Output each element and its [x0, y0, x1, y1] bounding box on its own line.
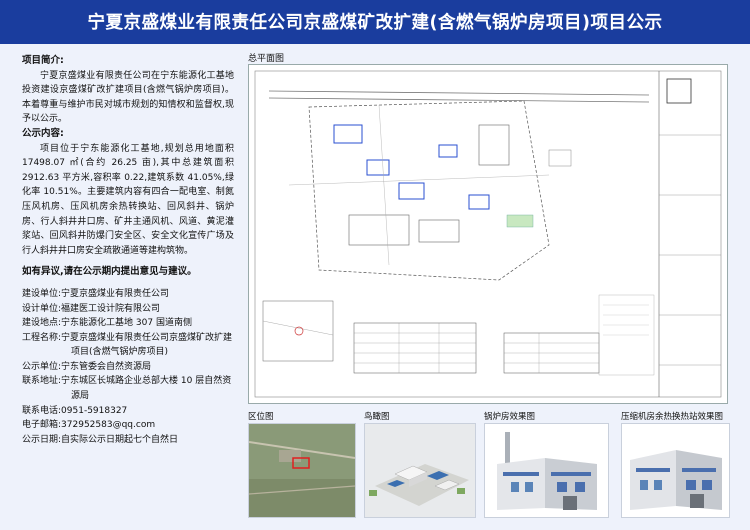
- compressor-render: [621, 423, 730, 518]
- contact-row-designer: 设计单位:福建医工设计院有限公司: [22, 303, 161, 314]
- location-map-label: 区位图: [248, 412, 274, 422]
- location-map-svg: [249, 424, 355, 517]
- aerial-view-svg: [365, 424, 475, 517]
- header-banner: 宁夏京盛煤业有限责任公司京盛煤矿改扩建(含燃气锅炉房项目)项目公示: [0, 0, 750, 44]
- aerial-view-label: 鸟瞰图: [364, 412, 390, 422]
- contact-row-phone: 联系电话:0951-5918327: [22, 405, 128, 416]
- aerial-view: [364, 423, 476, 518]
- contact-row-builder: 建设单位:宁夏京盛煤业有限责任公司: [22, 288, 170, 299]
- contact-row-email: 电子邮箱:372952583@qq.com: [22, 420, 156, 431]
- boiler-render-label: 锅炉房效果图: [484, 412, 536, 422]
- site-plan-svg: [254, 70, 722, 398]
- contact-row-project: 工程名称:宁夏京盛煤业有限责任公司京盛煤矿改扩建项目(含燃气锅炉房项目): [22, 332, 233, 358]
- notice-text-panel: 项目简介: 宁夏京盛煤业有限责任公司在宁东能源化工基地投资建设京盛煤矿改扩建项目…: [22, 54, 234, 447]
- content-paragraph: 项目位于宁东能源化工基地,规划总用地面积 17498.07 ㎡(合约 26.25…: [22, 143, 234, 256]
- location-map: [248, 423, 356, 518]
- contact-row-date: 公示日期:自实际公示日期起七个自然日: [22, 434, 179, 445]
- boiler-render: [484, 423, 609, 518]
- boiler-render-svg: [485, 424, 608, 517]
- intro-heading: 项目简介:: [22, 55, 64, 66]
- feedback-note: 如有异议,请在公示期内提出意见与建议。: [22, 266, 197, 278]
- content-heading: 公示内容:: [22, 127, 64, 139]
- contact-row-publisher: 公示单位:宁东管委会自然资源局: [22, 361, 152, 372]
- contact-row-address: 联系地址:宁东城区长城路企业总部大楼 10 层自然资源局: [22, 376, 232, 402]
- compressor-render-label: 压缩机房余热换热站效果图: [621, 412, 724, 422]
- contact-row-site: 建设地点:宁东能源化工基地 307 国道南侧: [22, 318, 192, 329]
- page-title: 宁夏京盛煤业有限责任公司京盛煤矿改扩建(含燃气锅炉房项目)项目公示: [87, 13, 663, 33]
- intro-paragraph: 宁夏京盛煤业有限责任公司在宁东能源化工基地投资建设京盛煤矿改扩建项目(含燃气锅炉…: [22, 70, 234, 125]
- site-plan-label: 总平面图: [248, 54, 285, 64]
- compressor-render-svg: [622, 424, 729, 517]
- site-plan-drawing: [248, 64, 728, 404]
